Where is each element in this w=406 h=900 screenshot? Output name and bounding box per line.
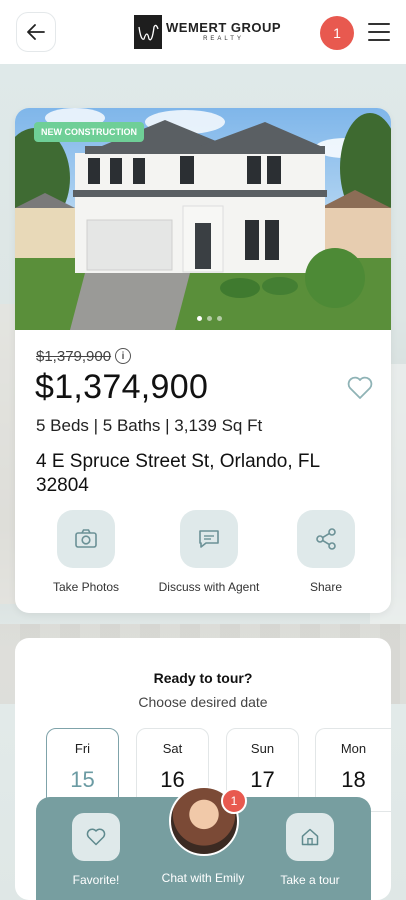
camera-icon — [75, 529, 97, 548]
heart-icon — [86, 828, 106, 846]
take-a-tour-label: Take a tour — [280, 873, 340, 887]
listing-photo[interactable]: NEW CONSTRUCTION — [15, 108, 391, 330]
notification-badge[interactable]: 1 — [320, 16, 354, 50]
listing-card: NEW CONSTRUCTION $1,379,900 i $1,374,900… — [15, 108, 391, 613]
take-a-tour-button[interactable]: Take a tour — [260, 813, 360, 887]
heart-icon[interactable] — [347, 376, 373, 400]
logo-title: WEMERT GROUP — [166, 20, 282, 35]
info-icon[interactable]: i — [115, 348, 131, 364]
chat-with-agent-label[interactable]: Chat with Emily — [148, 871, 258, 885]
listing-address: 4 E Spruce Street St, Orlando, FL 32804 — [36, 451, 320, 496]
new-construction-tag: NEW CONSTRUCTION — [34, 122, 144, 142]
day-name: Mon — [340, 741, 367, 756]
day-number: 15 — [70, 767, 95, 792]
listing-specs: 5 Beds | 5 Baths | 3,139 Sq Ft — [36, 416, 263, 435]
share-icon — [316, 528, 336, 550]
discuss-with-agent-button[interactable]: Discuss with Agent — [149, 510, 269, 594]
pagination-dot[interactable] — [217, 316, 222, 321]
tour-subtitle: Choose desired date — [138, 694, 268, 710]
listing-price: $1,374,900 — [35, 368, 209, 406]
logo-subtitle: REALTY — [203, 36, 244, 42]
arrow-left-icon — [27, 24, 45, 40]
favorite-button[interactable]: Favorite! — [46, 813, 146, 887]
tour-title: Ready to tour? — [153, 670, 253, 686]
app-header: WEMERT GROUP REALTY 1 — [0, 0, 406, 64]
back-button[interactable] — [16, 12, 56, 52]
hamburger-menu-icon[interactable] — [368, 20, 390, 44]
day-number: 18 — [341, 767, 366, 792]
day-name: Fri — [74, 741, 91, 756]
chat-badge: 1 — [221, 788, 247, 814]
pagination-dot[interactable] — [197, 316, 202, 321]
favorite-label: Favorite! — [72, 873, 120, 887]
day-name: Sat — [162, 741, 183, 756]
logo-mark-icon — [134, 15, 162, 49]
pagination-dot[interactable] — [207, 316, 212, 321]
take-photos-button[interactable]: Take Photos — [26, 510, 146, 594]
share-button[interactable]: Share — [266, 510, 386, 594]
photo-pagination — [197, 316, 222, 321]
discuss-with-agent-label: Discuss with Agent — [158, 580, 260, 594]
original-price: $1,379,900 — [36, 348, 112, 365]
brand-logo: WEMERT GROUP REALTY — [134, 14, 281, 50]
take-photos-label: Take Photos — [52, 580, 120, 594]
home-icon — [301, 828, 319, 846]
chat-bubble-icon — [199, 530, 219, 548]
day-name: Sun — [250, 741, 275, 756]
listing-actions: Take Photos Discuss with Agent Share — [15, 510, 391, 600]
share-label: Share — [309, 580, 343, 594]
